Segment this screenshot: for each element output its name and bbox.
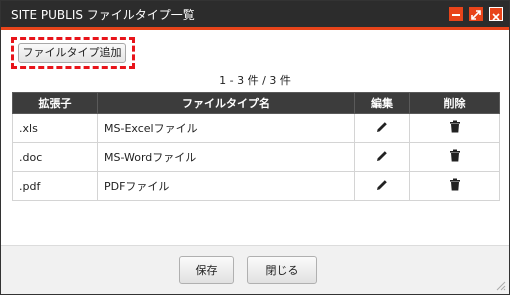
maximize-button[interactable] [469, 7, 483, 21]
edit-button[interactable] [354, 171, 410, 201]
add-file-type-button[interactable]: ファイルタイプ追加 [18, 43, 126, 63]
pencil-icon [377, 121, 387, 132]
save-button[interactable]: 保存 [179, 256, 234, 284]
table-row: .doc MS-Wordファイル [12, 142, 500, 172]
column-header-delete: 削除 [409, 92, 500, 114]
pencil-icon [377, 150, 387, 161]
file-type-table: 拡張子 ファイルタイプ名 編集 削除 .xls MS-Excelファイル .do… [12, 92, 500, 201]
resize-grip-icon[interactable] [494, 279, 506, 291]
cell-file-type-name: MS-Excelファイル [97, 113, 355, 143]
title-bar[interactable]: SITE PUBLIS ファイルタイプ一覧 [1, 1, 509, 30]
cell-file-type-name: MS-Wordファイル [97, 142, 355, 172]
window-title: SITE PUBLIS ファイルタイプ一覧 [11, 8, 195, 22]
delete-button[interactable] [409, 142, 500, 172]
trash-icon [449, 120, 460, 133]
close-button[interactable] [489, 7, 503, 21]
column-header-name: ファイルタイプ名 [97, 92, 355, 114]
column-header-extension: 拡張子 [12, 92, 98, 114]
table-header-row: 拡張子 ファイルタイプ名 編集 削除 [12, 92, 500, 114]
trash-icon [449, 149, 460, 162]
dialog-content: ファイルタイプ追加 1 - 3 件 / 3 件 拡張子 ファイルタイプ名 編集 … [1, 30, 509, 245]
cell-extension: .doc [12, 142, 98, 172]
pagination-info: 1 - 3 件 / 3 件 [219, 74, 291, 87]
cell-extension: .pdf [12, 171, 98, 201]
table-row: .pdf PDFファイル [12, 171, 500, 201]
edit-button[interactable] [354, 113, 410, 143]
file-type-list-dialog: SITE PUBLIS ファイルタイプ一覧 ファイルタイプ追加 1 - 3 件 … [0, 0, 510, 295]
edit-button[interactable] [354, 142, 410, 172]
pencil-icon [377, 179, 387, 190]
close-dialog-button[interactable]: 閉じる [247, 256, 317, 284]
dialog-footer: 保存 閉じる [1, 245, 509, 294]
minimize-button[interactable] [449, 7, 463, 21]
maximize-icon [471, 10, 481, 20]
cell-extension: .xls [12, 113, 98, 143]
minimize-icon [452, 14, 460, 16]
delete-button[interactable] [409, 113, 500, 143]
trash-icon [449, 178, 460, 191]
close-icon [492, 13, 500, 21]
delete-button[interactable] [409, 171, 500, 201]
column-header-edit: 編集 [354, 92, 410, 114]
cell-file-type-name: PDFファイル [97, 171, 355, 201]
table-row: .xls MS-Excelファイル [12, 113, 500, 143]
